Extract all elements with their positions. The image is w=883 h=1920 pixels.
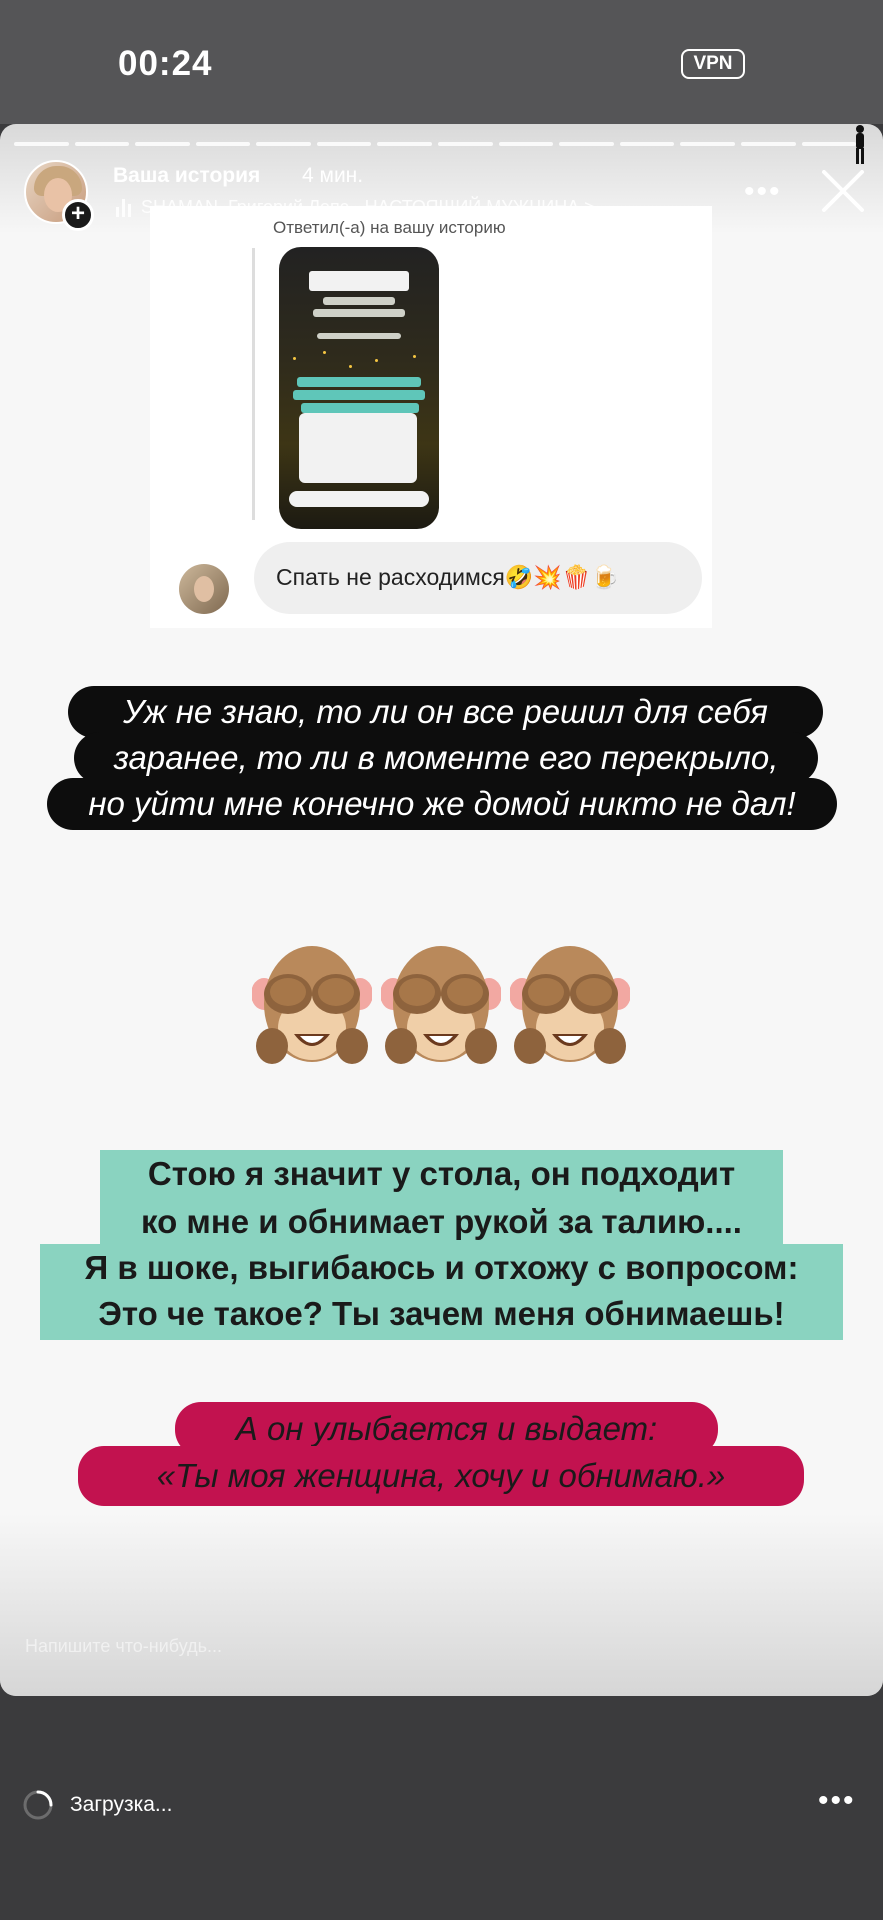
story-viewer[interactable]: + Ваша история 4 мин. SHAMAN, Григорий Л… <box>0 124 883 1696</box>
progress-segment <box>256 142 311 146</box>
story-progress-bar <box>14 142 857 146</box>
progress-segment <box>680 142 735 146</box>
caption-green-line-1: Стою я значит у стола, он подходит <box>100 1150 783 1198</box>
story-thumbnail <box>279 247 439 529</box>
caption-black-line-2: заранее, то ли в моменте его перекрыло, <box>74 732 818 784</box>
progress-segment <box>498 142 554 146</box>
more-options-icon[interactable]: ••• <box>818 1786 856 1816</box>
caption-green-line-4: Это че такое? Ты зачем меня обнимаешь! <box>40 1290 843 1340</box>
loading-spinner-icon <box>23 1790 53 1820</box>
status-bar: 00:24 VPN <box>0 0 883 124</box>
progress-segment <box>559 142 614 146</box>
reply-divider <box>252 248 255 520</box>
caption-green-line-2: ко мне и обнимает рукой за талию.... <box>100 1198 783 1246</box>
close-icon[interactable] <box>818 166 868 216</box>
status-time: 00:24 <box>118 44 213 83</box>
vpn-badge: VPN <box>681 49 745 79</box>
see-no-evil-monkey-icon <box>380 942 502 1066</box>
walking-person-icon <box>856 125 864 164</box>
progress-segment <box>619 142 675 146</box>
story-username[interactable]: Ваша история <box>113 164 260 188</box>
caption-green-line-3: Я в шоке, выгибаюсь и отхожу с вопросом: <box>40 1244 843 1292</box>
replied-label: Ответил(-а) на вашу историю <box>273 218 506 237</box>
progress-segment <box>377 142 433 146</box>
more-options-icon[interactable]: ••• <box>744 177 782 207</box>
message-bubble: Спать не расходимся🤣💥🍿🍺 <box>254 542 702 614</box>
story-time-ago: 4 мин. <box>302 164 364 187</box>
loading-label: Загрузка... <box>70 1793 173 1816</box>
progress-segment <box>135 142 190 146</box>
reply-input[interactable]: Напишите что-нибудь... <box>25 1636 222 1657</box>
music-bars-icon <box>116 198 131 217</box>
progress-segment <box>801 142 857 146</box>
progress-segment <box>438 142 493 146</box>
see-no-evil-monkey-icon <box>509 942 631 1066</box>
sender-avatar <box>179 564 229 614</box>
message-text: Спать не расходимся🤣💥🍿🍺 <box>276 564 620 590</box>
progress-segment <box>316 142 372 146</box>
progress-segment <box>74 142 130 146</box>
progress-segment <box>740 142 796 146</box>
embedded-chat-screenshot: Ответил(-а) на вашу историю Спать не рас… <box>150 206 712 628</box>
see-no-evil-monkey-icon <box>251 942 373 1066</box>
bottom-bar: Загрузка... ••• <box>0 1775 883 1845</box>
caption-black-line-3: но уйти мне конечно же домой никто не да… <box>47 778 837 830</box>
caption-black-line-1: Уж не знаю, то ли он все решил для себя <box>68 686 823 738</box>
caption-pink-line-2: «Ты моя женщина, хочу и обнимаю.» <box>78 1446 804 1506</box>
bottom-gradient <box>0 1514 883 1696</box>
add-story-icon[interactable]: + <box>62 199 94 231</box>
progress-segment <box>195 142 251 146</box>
progress-segment <box>14 142 69 146</box>
